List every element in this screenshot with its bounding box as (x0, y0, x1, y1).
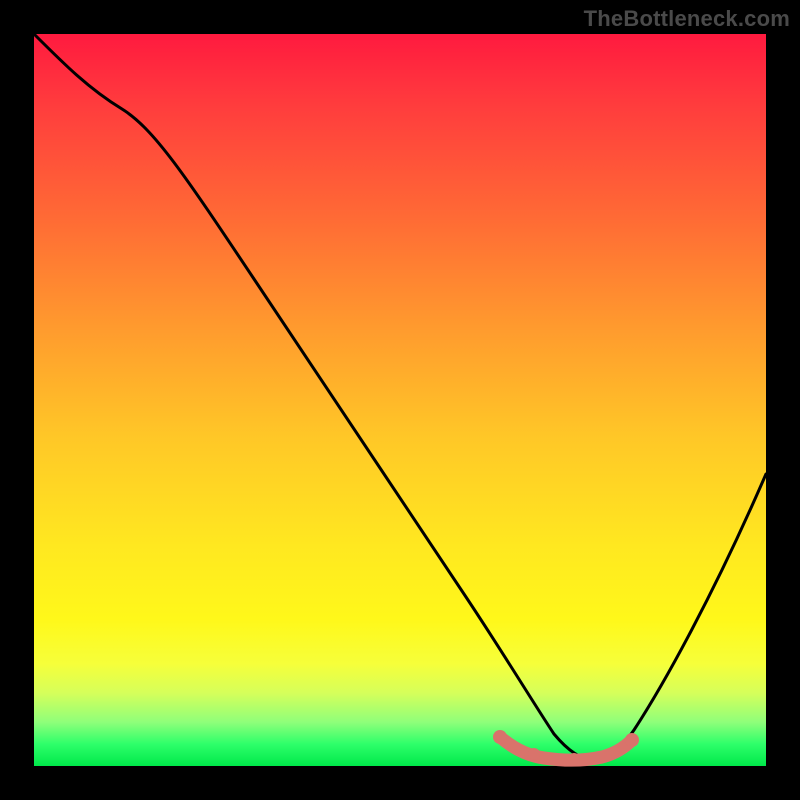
marker-dot-mid1 (528, 748, 540, 760)
marker-dot-mid2 (568, 753, 580, 765)
watermark-text: TheBottleneck.com (584, 6, 790, 32)
marker-dot-left (493, 730, 507, 744)
chart-frame: TheBottleneck.com (0, 0, 800, 800)
plot-area (34, 34, 766, 766)
marker-dot-right (625, 733, 639, 747)
bottleneck-curve (34, 34, 766, 760)
curve-layer (34, 34, 766, 766)
